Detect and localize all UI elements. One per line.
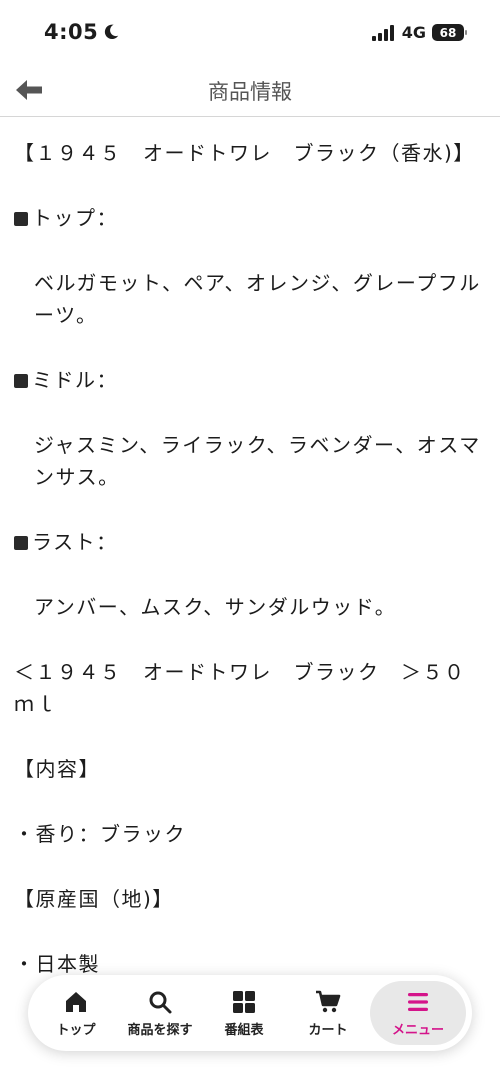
cart-icon bbox=[316, 990, 341, 1012]
paragraph-text: ＜１９４５ オードトワレ ブラック ＞５０ｍｌ bbox=[14, 660, 466, 716]
nav-item-top[interactable]: トップ bbox=[34, 981, 118, 1045]
description-paragraph: ベルガモット、ペア、オレンジ、グレープフルーツ。 bbox=[14, 267, 484, 331]
paragraph-text: アンバー、ムスク、サンダルウッド。 bbox=[34, 595, 397, 619]
product-description: 【１９４５ オードトワレ ブラック（香水)】トップ： ベルガモット、ペア、オレンジ… bbox=[0, 117, 500, 1013]
description-paragraph: ミドル： bbox=[14, 364, 484, 396]
paragraph-text: 【内容】 bbox=[14, 757, 100, 781]
nav-item-search[interactable]: 商品を探す bbox=[118, 981, 202, 1045]
paragraph-text: ミドル： bbox=[32, 368, 118, 392]
paragraph-text: ラスト： bbox=[32, 530, 118, 554]
paragraph-text: ベルガモット、ペア、オレンジ、グレープフルーツ。 bbox=[34, 271, 481, 327]
moon-icon bbox=[105, 24, 119, 40]
paragraph-text: トップ： bbox=[32, 206, 118, 230]
nav-item-schedule[interactable]: 番組表 bbox=[202, 981, 286, 1045]
page-title: 商品情報 bbox=[208, 80, 292, 104]
description-paragraph: 【１９４５ オードトワレ ブラック（香水)】 bbox=[14, 137, 484, 169]
home-icon bbox=[66, 991, 86, 1012]
paragraph-text: ・香り：ブラック bbox=[14, 822, 186, 846]
description-paragraph: アンバー、ムスク、サンダルウッド。 bbox=[14, 591, 484, 623]
network-label: 4G bbox=[401, 23, 426, 42]
paragraph-text: 【１９４５ オードトワレ ブラック（香水)】 bbox=[14, 141, 475, 165]
paragraph-text: 【原産国（地)】 bbox=[14, 887, 174, 911]
clock-text: 4:05 bbox=[44, 20, 99, 44]
square-bullet-icon bbox=[14, 212, 28, 226]
description-paragraph: ジャスミン、ライラック、ラベンダー、オスマンサス。 bbox=[14, 429, 484, 493]
search-icon bbox=[149, 991, 172, 1013]
description-paragraph: ＜１９４５ オードトワレ ブラック ＞５０ｍｌ bbox=[14, 656, 484, 720]
nav-item-label: 商品を探す bbox=[127, 1022, 193, 1038]
nav-item-label: カート bbox=[308, 1022, 348, 1038]
bottom-navigation: トップ 商品を探す 番組表 カート メニュー bbox=[28, 975, 472, 1051]
nav-item-menu[interactable]: メニュー bbox=[370, 981, 466, 1045]
header: 商品情報 bbox=[0, 66, 500, 117]
nav-item-label: トップ bbox=[56, 1022, 96, 1038]
paragraph-text: ・日本製 bbox=[14, 952, 100, 976]
status-indicators: 4G 68 bbox=[371, 23, 467, 42]
square-bullet-icon bbox=[14, 374, 28, 388]
description-paragraph: トップ： bbox=[14, 202, 484, 234]
menu-icon bbox=[408, 992, 428, 1011]
square-bullet-icon bbox=[14, 536, 28, 550]
status-time: 4:05 bbox=[44, 20, 120, 44]
signal-icon bbox=[371, 24, 394, 41]
battery-icon: 68 bbox=[432, 24, 467, 41]
description-paragraph: ・香り：ブラック bbox=[14, 818, 484, 850]
status-bar: 4:05 4G 68 bbox=[0, 0, 500, 66]
nav-item-cart[interactable]: カート bbox=[286, 981, 370, 1045]
grid-icon bbox=[233, 990, 255, 1013]
description-paragraph: ラスト： bbox=[14, 526, 484, 558]
nav-item-label: 番組表 bbox=[224, 1022, 264, 1038]
description-paragraph: 【内容】 bbox=[14, 753, 484, 785]
description-paragraph: 【原産国（地)】 bbox=[14, 883, 484, 915]
paragraph-text: ジャスミン、ライラック、ラベンダー、オスマンサス。 bbox=[34, 433, 481, 489]
battery-level: 68 bbox=[439, 25, 457, 40]
nav-item-label: メニュー bbox=[391, 1022, 444, 1038]
